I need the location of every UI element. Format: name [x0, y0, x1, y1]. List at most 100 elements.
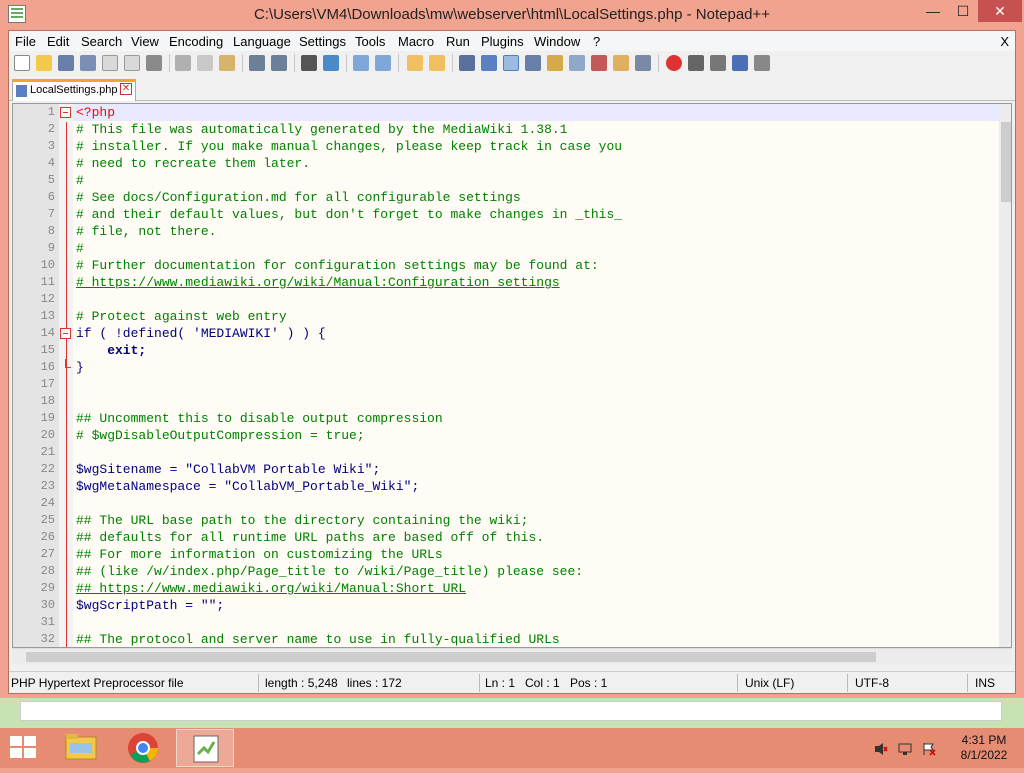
folder-as-workspace-icon[interactable] [613, 55, 629, 71]
close-file-icon[interactable] [102, 55, 118, 71]
system-clock[interactable]: 4:31 PM 8/1/2022 [950, 733, 1018, 763]
zoom-in-icon[interactable] [353, 55, 369, 71]
status-eol[interactable]: Unix (LF) [745, 676, 794, 690]
line-number: 22 [40, 462, 55, 476]
save-all-icon[interactable] [80, 55, 96, 71]
sync-vertical-icon[interactable] [407, 55, 423, 71]
code-line: 18 [41, 393, 999, 410]
line-number: 21 [40, 445, 55, 459]
code-line: 22 $wgSitename = "CollabVM Portable Wiki"… [41, 461, 999, 478]
menu-encoding[interactable]: Encoding [169, 34, 223, 49]
redo-icon[interactable] [271, 55, 287, 71]
minimize-button[interactable]: — [918, 0, 948, 22]
record-macro-icon[interactable] [666, 55, 682, 71]
document-list-icon[interactable] [569, 55, 585, 71]
function-list-icon[interactable] [591, 55, 607, 71]
line-number: 7 [47, 207, 55, 221]
zoom-out-icon[interactable] [375, 55, 391, 71]
new-file-icon[interactable] [14, 55, 30, 71]
maximize-button[interactable]: ☐ [948, 0, 978, 22]
cut-icon[interactable] [175, 55, 191, 71]
menu-view[interactable]: View [131, 34, 159, 49]
find-icon[interactable] [301, 55, 317, 71]
status-ln: Ln : 1 [485, 676, 516, 690]
line-number: 6 [47, 190, 55, 204]
menu-plugins[interactable]: Plugins [481, 34, 524, 49]
play-macro-icon[interactable] [710, 55, 726, 71]
undo-icon[interactable] [249, 55, 265, 71]
fold-toggle-icon[interactable] [60, 328, 71, 339]
menu-settings[interactable]: Settings [299, 34, 346, 49]
vertical-scrollbar[interactable] [999, 104, 1011, 647]
horizontal-scroll-thumb[interactable] [26, 652, 876, 662]
vertical-scroll-thumb[interactable] [1001, 122, 1011, 202]
replace-icon[interactable] [323, 55, 339, 71]
word-wrap-icon[interactable] [459, 55, 475, 71]
tab-localsettings[interactable]: LocalSettings.php ✕ [12, 79, 136, 101]
close-all-icon[interactable] [124, 55, 140, 71]
code-line: 31 [41, 614, 999, 631]
menu-macro[interactable]: Macro [398, 34, 434, 49]
menu-language[interactable]: Language [233, 34, 291, 49]
close-document-button[interactable]: X [1000, 34, 1009, 49]
show-all-characters-icon[interactable] [481, 55, 497, 71]
status-col: Col : 1 [525, 676, 560, 690]
code-line: 29 ## https://www.mediawiki.org/wiki/Manu… [41, 580, 999, 597]
code-line: 30 $wgScriptPath = ""; [41, 597, 999, 614]
menu-tools[interactable]: Tools [355, 34, 385, 49]
title-bar[interactable]: C:\Users\VM4\Downloads\mw\webserver\html… [0, 0, 1024, 30]
code-line: 5 # [48, 172, 999, 189]
line-text: <?php [76, 105, 116, 120]
open-file-icon[interactable] [36, 55, 52, 71]
file-explorer-icon[interactable] [52, 729, 110, 767]
url-link[interactable]: # https://www.mediawiki.org/wiki/Manual:… [76, 274, 560, 291]
status-encoding[interactable]: UTF-8 [855, 676, 889, 690]
save-macro-icon[interactable] [754, 55, 770, 71]
file-saved-icon [16, 85, 27, 97]
menu-help[interactable]: ? [593, 34, 600, 49]
chrome-icon[interactable] [114, 729, 172, 767]
copy-icon[interactable] [197, 55, 213, 71]
tab-close-icon[interactable]: ✕ [120, 83, 132, 95]
network-icon[interactable] [898, 742, 912, 756]
notepadpp-taskbar-icon[interactable] [176, 729, 234, 767]
horizontal-scrollbar[interactable] [12, 648, 1012, 664]
fold-toggle-icon[interactable] [60, 107, 71, 118]
code-line: 28 ## (like /w/index.php/Page_title to /w… [41, 563, 999, 580]
status-separator [258, 674, 259, 692]
code-area[interactable]: 1 <?php 2 # This file was automatically ge… [41, 104, 999, 647]
background-window-strip [0, 698, 1024, 728]
save-icon[interactable] [58, 55, 74, 71]
window-title: C:\Users\VM4\Downloads\mw\webserver\html… [253, 6, 771, 23]
print-icon[interactable] [146, 55, 162, 71]
status-pos: Pos : 1 [570, 676, 608, 690]
menu-search[interactable]: Search [81, 34, 122, 49]
run-macro-multiple-icon[interactable] [732, 55, 748, 71]
sync-horizontal-icon[interactable] [429, 55, 445, 71]
action-center-flag-icon[interactable] [922, 742, 936, 756]
volume-muted-icon[interactable] [874, 742, 888, 756]
menu-file[interactable]: File [15, 34, 36, 49]
line-text: # Further documentation for configuratio… [76, 258, 599, 273]
windows-logo-icon[interactable] [10, 736, 38, 760]
clock-time: 4:31 PM [961, 733, 1007, 747]
document-map-icon[interactable] [547, 55, 563, 71]
paste-icon[interactable] [219, 55, 235, 71]
code-editor[interactable]: 1 <?php 2 # This file was automatically ge… [12, 103, 1012, 648]
user-language-icon[interactable] [525, 55, 541, 71]
line-number: 13 [40, 309, 55, 323]
url-link[interactable]: ## https://www.mediawiki.org/wiki/Manual… [76, 580, 466, 597]
menu-edit[interactable]: Edit [47, 34, 69, 49]
code-line: 7 # and their default values, but don't f… [48, 206, 999, 223]
indent-guide-icon[interactable] [503, 55, 519, 71]
line-number: 10 [40, 258, 55, 272]
menu-window[interactable]: Window [534, 34, 580, 49]
menu-run[interactable]: Run [446, 34, 470, 49]
monitoring-eye-icon[interactable] [635, 55, 651, 71]
line-number: 16 [40, 360, 55, 374]
close-window-button[interactable]: ✕ [978, 0, 1022, 22]
code-line: 3 # installer. If you make manual changes… [48, 138, 999, 155]
fold-line [66, 122, 67, 647]
stop-macro-icon[interactable] [688, 55, 704, 71]
status-insert-mode[interactable]: INS [975, 676, 995, 690]
